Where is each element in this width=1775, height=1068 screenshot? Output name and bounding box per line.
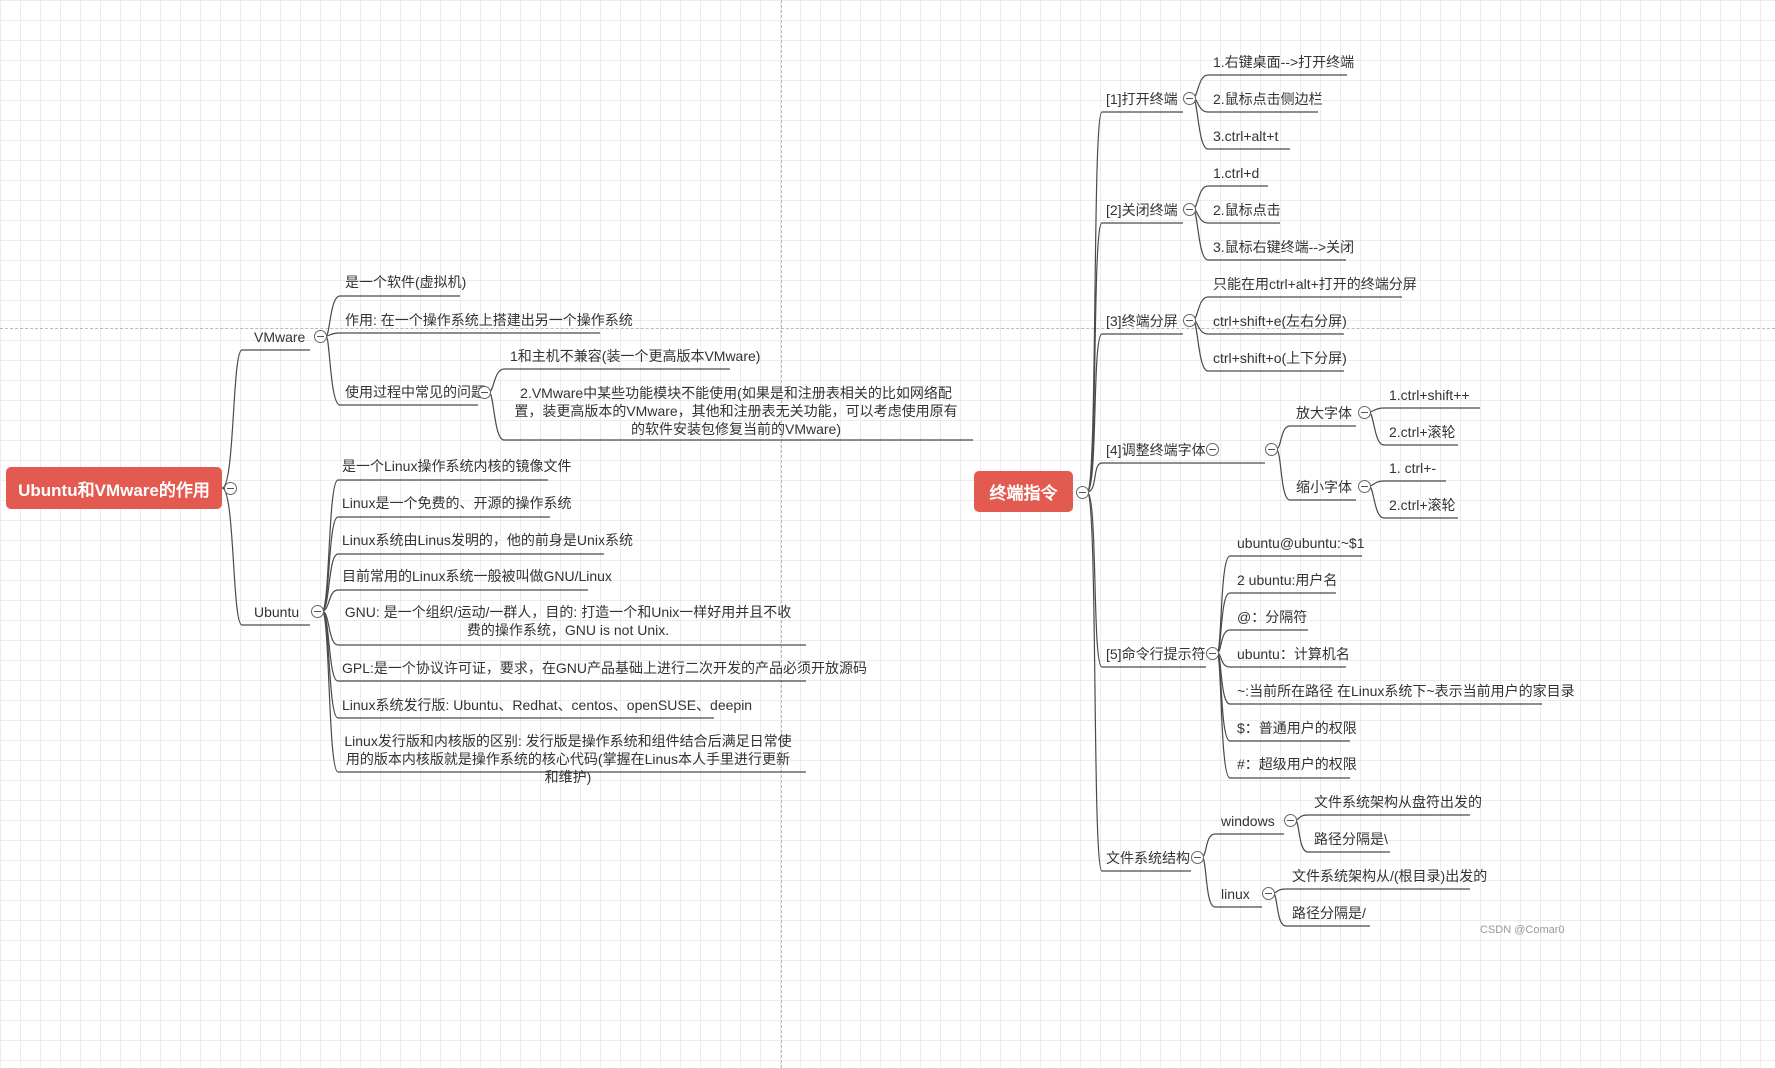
filesystem-node[interactable]: 文件系统结构 bbox=[1106, 848, 1190, 868]
ubuntu-item[interactable]: Linux发行版和内核版的区别: 发行版是操作系统和组件结合后满足日常使用的版本… bbox=[340, 732, 796, 786]
prompt-item[interactable]: @：分隔符 bbox=[1237, 607, 1307, 627]
collapse-icon[interactable] bbox=[1183, 92, 1196, 105]
vmware-node[interactable]: VMware bbox=[254, 327, 305, 347]
ubuntu-item[interactable]: GPL:是一个协议许可证，要求，在GNU产品基础上进行二次开发的产品必须开放源码 bbox=[342, 658, 867, 678]
prompt-item[interactable]: #：超级用户的权限 bbox=[1237, 754, 1357, 774]
linux-node[interactable]: linux bbox=[1221, 884, 1250, 904]
close-item[interactable]: 1.ctrl+d bbox=[1213, 163, 1259, 183]
collapse-icon[interactable] bbox=[224, 482, 237, 495]
open-item[interactable]: 3.ctrl+alt+t bbox=[1213, 126, 1278, 146]
collapse-icon[interactable] bbox=[1076, 486, 1089, 499]
vmware-item[interactable]: 作用: 在一个操作系统上搭建出另一个操作系统 bbox=[345, 310, 633, 330]
open-item[interactable]: 2.鼠标点击侧边栏 bbox=[1213, 89, 1323, 109]
right-root-node[interactable]: 终端指令 bbox=[974, 471, 1073, 512]
open-item[interactable]: 1.右键桌面-->打开终端 bbox=[1213, 52, 1354, 72]
linux-item[interactable]: 路径分隔是/ bbox=[1292, 903, 1366, 923]
split-item[interactable]: 只能在用ctrl+alt+打开的终端分屏 bbox=[1213, 274, 1417, 294]
shrink-item[interactable]: 2.ctrl+滚轮 bbox=[1389, 495, 1456, 515]
close-terminal-node[interactable]: [2]关闭终端 bbox=[1106, 200, 1178, 220]
problem-item[interactable]: 1和主机不兼容(装一个更高版本VMware) bbox=[510, 346, 760, 366]
prompt-item[interactable]: ubuntu@ubuntu:~$1 bbox=[1237, 533, 1365, 553]
enlarge-item[interactable]: 1.ctrl+shift++ bbox=[1389, 385, 1470, 405]
problem-item[interactable]: 2.VMware中某些功能模块不能使用(如果是和注册表相关的比如网络配置，装更高… bbox=[510, 384, 962, 438]
vmware-item[interactable]: 是一个软件(虚拟机) bbox=[345, 272, 466, 292]
windows-item[interactable]: 文件系统架构从盘符出发的 bbox=[1314, 792, 1482, 812]
enlarge-item[interactable]: 2.ctrl+滚轮 bbox=[1389, 422, 1456, 442]
shrink-font-node[interactable]: 缩小字体 bbox=[1296, 477, 1352, 497]
ubuntu-item[interactable]: GNU: 是一个组织/运动/一群人，目的: 打造一个和Unix一样好用并且不收费… bbox=[340, 603, 796, 639]
split-screen-node[interactable]: [3]终端分屏 bbox=[1106, 311, 1178, 331]
ubuntu-item[interactable]: 目前常用的Linux系统一般被叫做GNU/Linux bbox=[342, 566, 612, 586]
collapse-icon[interactable] bbox=[1183, 203, 1196, 216]
prompt-item[interactable]: 2 ubuntu:用户名 bbox=[1237, 570, 1337, 590]
vmware-problems-node[interactable]: 使用过程中常见的问题 bbox=[345, 382, 485, 402]
collapse-icon[interactable] bbox=[1206, 443, 1219, 456]
collapse-icon[interactable] bbox=[314, 330, 327, 343]
prompt-node[interactable]: [5]命令行提示符 bbox=[1106, 644, 1206, 664]
collapse-icon[interactable] bbox=[1358, 406, 1371, 419]
font-size-node[interactable]: [4]调整终端字体 bbox=[1106, 440, 1206, 460]
collapse-icon[interactable] bbox=[1265, 443, 1278, 456]
collapse-icon[interactable] bbox=[311, 605, 324, 618]
split-item[interactable]: ctrl+shift+e(左右分屏) bbox=[1213, 311, 1347, 331]
windows-node[interactable]: windows bbox=[1221, 811, 1275, 831]
collapse-icon[interactable] bbox=[1206, 647, 1219, 660]
collapse-icon[interactable] bbox=[1262, 887, 1275, 900]
ubuntu-item[interactable]: Linux系统由Linus发明的，他的前身是Unix系统 bbox=[342, 530, 633, 550]
mindmap-canvas: Ubuntu和VMware的作用 VMware 是一个软件(虚拟机) 作用: 在… bbox=[0, 0, 1775, 1068]
ubuntu-item[interactable]: Linux是一个免费的、开源的操作系统 bbox=[342, 493, 571, 513]
connector-lines bbox=[221, 74, 1542, 927]
linux-item[interactable]: 文件系统架构从/(根目录)出发的 bbox=[1292, 866, 1487, 886]
left-root-node[interactable]: Ubuntu和VMware的作用 bbox=[6, 467, 222, 509]
collapse-icon[interactable] bbox=[1284, 814, 1297, 827]
enlarge-font-node[interactable]: 放大字体 bbox=[1296, 403, 1352, 423]
shrink-item[interactable]: 1. ctrl+- bbox=[1389, 458, 1436, 478]
ubuntu-item[interactable]: Linux系统发行版: Ubuntu、Redhat、centos、openSUS… bbox=[342, 695, 752, 715]
open-terminal-node[interactable]: [1]打开终端 bbox=[1106, 89, 1178, 109]
ubuntu-item[interactable]: 是一个Linux操作系统内核的镜像文件 bbox=[342, 456, 571, 476]
close-item[interactable]: 3.鼠标右键终端-->关闭 bbox=[1213, 237, 1354, 257]
prompt-item[interactable]: $：普通用户的权限 bbox=[1237, 718, 1357, 738]
collapse-icon[interactable] bbox=[1358, 480, 1371, 493]
collapse-icon[interactable] bbox=[1191, 851, 1204, 864]
ubuntu-node[interactable]: Ubuntu bbox=[254, 602, 299, 622]
close-item[interactable]: 2.鼠标点击 bbox=[1213, 200, 1281, 220]
prompt-item[interactable]: ~:当前所在路径 在Linux系统下~表示当前用户的家目录 bbox=[1237, 681, 1575, 701]
collapse-icon[interactable] bbox=[1183, 314, 1196, 327]
prompt-item[interactable]: ubuntu：计算机名 bbox=[1237, 644, 1350, 664]
collapse-icon[interactable] bbox=[478, 386, 491, 399]
windows-item[interactable]: 路径分隔是\ bbox=[1314, 829, 1388, 849]
split-item[interactable]: ctrl+shift+o(上下分屏) bbox=[1213, 348, 1347, 368]
watermark: CSDN @Comar0 bbox=[1480, 924, 1565, 936]
